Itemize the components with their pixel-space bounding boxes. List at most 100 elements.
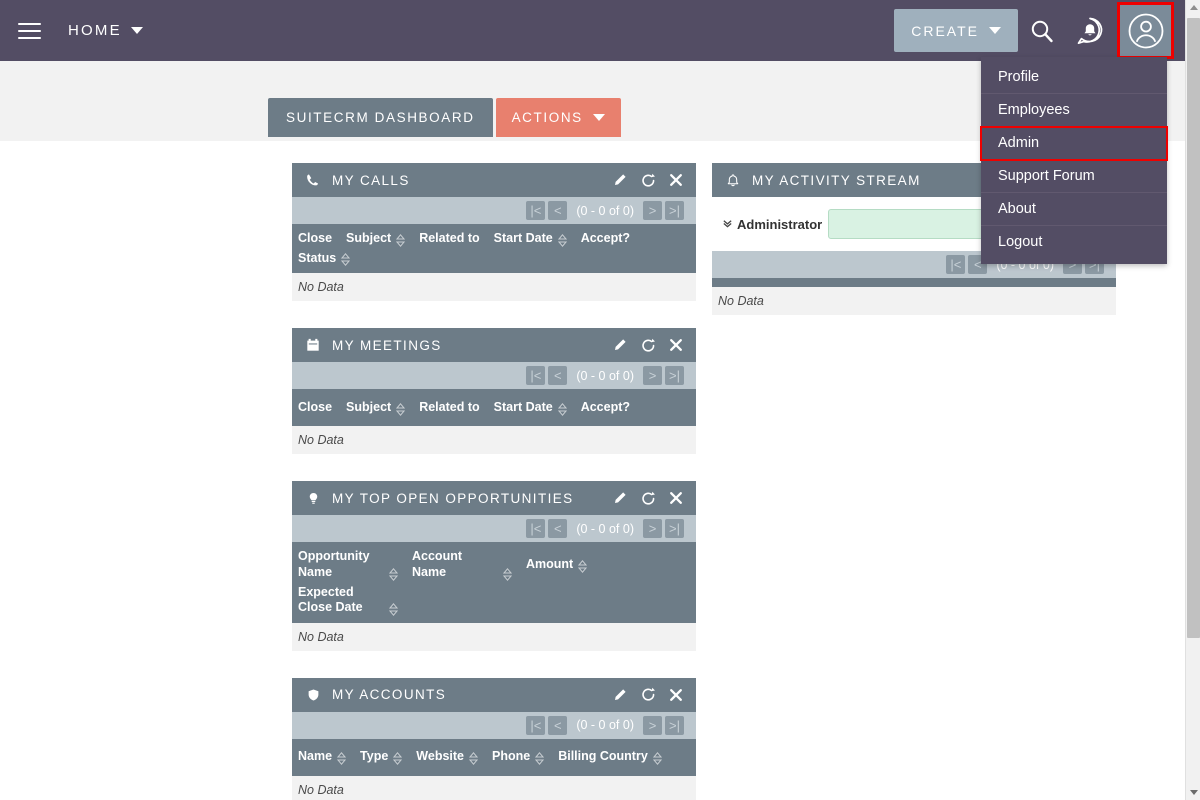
pager-next-button[interactable]: > xyxy=(643,366,662,386)
refresh-icon[interactable] xyxy=(640,490,656,506)
column-header-website[interactable]: Website xyxy=(416,747,479,767)
sort-icon xyxy=(341,253,351,267)
column-header-billing-country[interactable]: Billing Country xyxy=(558,747,662,767)
pager-last-button[interactable]: >| xyxy=(665,201,684,220)
pager-first-button[interactable]: |< xyxy=(526,715,546,735)
actions-label: ACTIONS xyxy=(511,110,583,125)
pager-last-button[interactable]: >| xyxy=(665,366,684,386)
column-header-close[interactable]: Close xyxy=(298,229,332,249)
menu-item-label: About xyxy=(998,201,1036,217)
pager-prev-button[interactable]: < xyxy=(548,366,568,386)
refresh-icon[interactable] xyxy=(640,687,656,703)
refresh-icon[interactable] xyxy=(640,337,656,353)
activity-stream-user[interactable]: Administrator xyxy=(722,217,822,232)
column-header-subject[interactable]: Subject xyxy=(346,398,406,418)
sort-icon xyxy=(336,752,347,766)
dashboard-tabs: SUITECRM DASHBOARD ACTIONS xyxy=(268,98,621,137)
scroll-down-button[interactable] xyxy=(1186,785,1200,800)
column-label: Close xyxy=(298,231,333,245)
menu-item-label: Employees xyxy=(998,102,1070,118)
hamburger-icon[interactable] xyxy=(12,14,46,48)
pencil-icon[interactable] xyxy=(612,687,628,703)
pager-first-button[interactable]: |< xyxy=(946,255,966,274)
double-chevron-down-icon xyxy=(722,217,733,232)
bell-notification-icon[interactable] xyxy=(1066,6,1114,56)
hamburger-bar xyxy=(17,36,41,39)
column-label: Amount xyxy=(526,557,574,572)
actions-dropdown-button[interactable]: ACTIONS xyxy=(495,98,621,137)
dashlet-header: MY ACCOUNTS xyxy=(292,677,696,712)
pager-prev-button[interactable]: < xyxy=(548,715,568,735)
triangle-down-icon xyxy=(1189,790,1198,795)
page-scrollbar[interactable] xyxy=(1185,0,1200,800)
dashlet-pagination: |< < (0 - 0 of 0) > >| xyxy=(292,362,696,390)
column-header-amount[interactable]: Amount xyxy=(526,555,588,575)
close-icon[interactable] xyxy=(668,172,684,188)
close-icon[interactable] xyxy=(668,337,684,353)
pager-next-button[interactable]: > xyxy=(643,715,662,735)
pager-next-button[interactable]: > xyxy=(643,201,662,220)
menu-item-logout[interactable]: Logout xyxy=(981,226,1167,258)
column-header-related-to[interactable]: Related to xyxy=(419,398,479,418)
close-icon[interactable] xyxy=(668,687,684,703)
pager-prev-button[interactable]: < xyxy=(548,519,568,539)
pager-first-button[interactable]: |< xyxy=(526,366,546,386)
pencil-icon[interactable] xyxy=(612,172,628,188)
phone-icon xyxy=(304,171,322,189)
menu-item-support-forum[interactable]: Support Forum xyxy=(981,160,1167,193)
sort-icon xyxy=(578,559,588,573)
dashlet-actions xyxy=(612,172,684,188)
pager-last-button[interactable]: >| xyxy=(665,519,684,539)
scroll-up-button[interactable] xyxy=(1186,0,1200,15)
column-header-opportunity-name[interactable]: Opportunity Name xyxy=(298,547,399,582)
pager-first-button[interactable]: |< xyxy=(526,201,546,220)
column-header-start-date[interactable]: Start Date xyxy=(494,398,567,418)
refresh-icon[interactable] xyxy=(640,172,656,188)
column-header-accept[interactable]: Accept? xyxy=(581,398,630,418)
column-header-close[interactable]: Close xyxy=(298,398,332,418)
dashlet-header: MY CALLS xyxy=(292,163,696,197)
caret-down-icon xyxy=(130,27,143,34)
no-data-message: No Data xyxy=(292,273,696,302)
user-avatar-icon[interactable] xyxy=(1117,2,1174,59)
dashlet-pagination: |< < (0 - 0 of 0) > >| xyxy=(292,711,696,739)
lightbulb-icon xyxy=(304,489,322,507)
dashlet-pagination: |< < (0 - 0 of 0) > >| xyxy=(292,197,696,224)
column-header-accept[interactable]: Accept? xyxy=(581,229,630,249)
column-header-phone[interactable]: Phone xyxy=(492,747,545,767)
column-header-status[interactable]: Status xyxy=(298,249,351,269)
column-label: Start Date xyxy=(493,399,553,414)
pager-last-button[interactable]: >| xyxy=(665,715,684,735)
pager-next-button[interactable]: > xyxy=(643,519,662,539)
dashlet-header: MY MEETINGS xyxy=(292,328,696,363)
no-data-message: No Data xyxy=(712,287,1116,315)
menu-item-employees[interactable]: Employees xyxy=(981,94,1167,127)
pencil-icon[interactable] xyxy=(612,337,628,353)
pager-prev-button[interactable]: < xyxy=(548,201,568,220)
column-label: Start Date xyxy=(493,231,553,245)
column-header-expected-close-date[interactable]: Expected Close Date xyxy=(298,583,399,618)
menu-item-about[interactable]: About xyxy=(981,193,1167,226)
sort-icon xyxy=(535,752,545,766)
dashlet-my-meetings: MY MEETINGS |< < (0 - 0 of 0) > >| Close… xyxy=(292,328,696,455)
pencil-icon[interactable] xyxy=(612,490,628,506)
no-data-message: No Data xyxy=(292,426,696,455)
column-label: Accept? xyxy=(580,399,631,414)
sort-icon xyxy=(396,233,406,247)
tab-suitecrm-dashboard[interactable]: SUITECRM DASHBOARD xyxy=(268,98,493,137)
column-header-account-name[interactable]: Account Name xyxy=(412,547,513,582)
no-data-message: No Data xyxy=(292,622,696,651)
create-button[interactable]: CREATE xyxy=(894,9,1018,52)
search-icon[interactable] xyxy=(1018,6,1066,56)
pager-first-button[interactable]: |< xyxy=(526,519,546,539)
menu-item-profile[interactable]: Profile xyxy=(981,61,1167,94)
menu-item-admin[interactable]: Admin xyxy=(980,126,1168,161)
column-header-subject[interactable]: Subject xyxy=(346,229,406,249)
column-header-related-to[interactable]: Related to xyxy=(419,229,479,249)
column-header-name[interactable]: Name xyxy=(298,747,347,767)
home-module-menu[interactable]: HOME xyxy=(68,22,143,39)
close-icon[interactable] xyxy=(668,490,684,506)
column-header-type[interactable]: Type xyxy=(360,747,403,767)
scrollbar-thumb[interactable] xyxy=(1187,18,1200,638)
column-header-start-date[interactable]: Start Date xyxy=(494,229,567,249)
